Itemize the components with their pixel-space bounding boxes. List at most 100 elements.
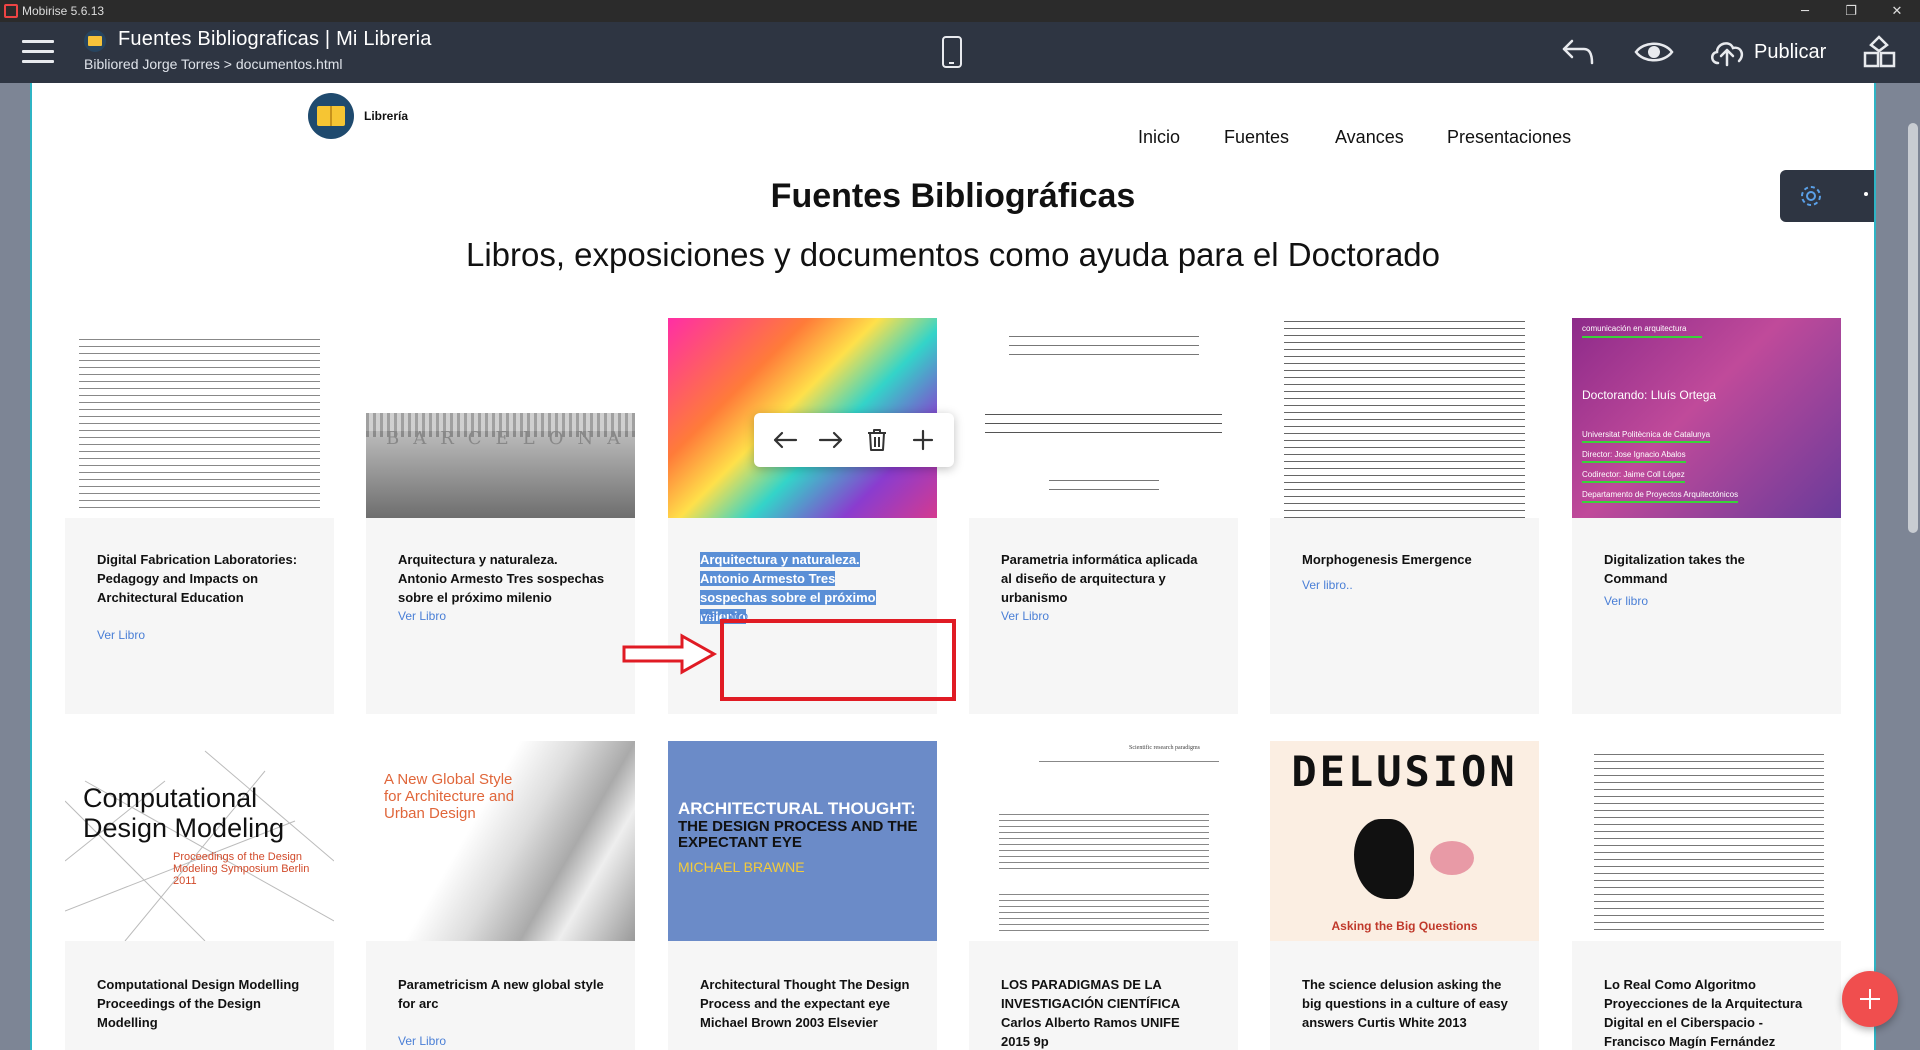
thumb-parametricism-text: A New Global Style for Architecture and … — [384, 771, 515, 822]
thumb-arch-1: ARCHITECTURAL THOUGHT: — [678, 799, 916, 818]
canvas-border-right — [1874, 83, 1876, 1050]
card-thumb[interactable]: Computational Design Modeling Proceeding… — [65, 741, 334, 941]
card-link[interactable]: Ver libro — [1604, 594, 1648, 608]
close-icon[interactable]: ✕ — [1874, 0, 1920, 22]
thumb-paradigm-title: Scientific research paradigms — [1129, 745, 1200, 751]
add-block-fab[interactable] — [1842, 971, 1898, 1027]
brain-icon — [1430, 841, 1474, 875]
nav-presentaciones[interactable]: Presentaciones — [1447, 127, 1571, 148]
card-title[interactable]: The science delusion asking the big ques… — [1302, 975, 1512, 1032]
thumb-delusion-sub: Asking the Big Questions — [1331, 919, 1478, 933]
thumb-delusion-title: DELUSION — [1291, 747, 1518, 796]
card-link[interactable]: Ver libro.. — [1302, 578, 1353, 592]
card-parametricism: A New Global Style for Architecture and … — [366, 741, 635, 1050]
thumb-top: comunicación en arquitectura — [1582, 324, 1687, 333]
card-link[interactable]: Ver Libro — [398, 609, 446, 623]
page-subtitle[interactable]: Libros, exposiciones y documentos como a… — [32, 236, 1874, 274]
mobile-view-icon[interactable] — [942, 36, 962, 68]
card-digitalization: comunicación en arquitectura Doctorando:… — [1572, 318, 1841, 714]
delete-button[interactable] — [861, 424, 893, 456]
thumb-computational-1: Computational — [83, 783, 258, 813]
thumb-uni: Universitat Politècnica de Catalunya — [1582, 430, 1711, 443]
card-thumb[interactable]: Scientific research paradigms — [969, 741, 1238, 941]
publish-label: Publicar — [1754, 40, 1827, 63]
undo-icon — [1562, 39, 1594, 65]
window-title: Mobirise 5.6.13 — [22, 4, 105, 18]
thumb-arch-2: THE DESIGN PROCESS AND THE EXPECTANT EYE — [678, 818, 918, 851]
blocks-icon — [1863, 35, 1896, 68]
thumb-codir: Codirector: Jaime Coll López — [1582, 470, 1685, 483]
trash-icon — [868, 429, 886, 451]
card-arquitectura-naturaleza: BARCELONA Arquitectura y naturaleza. Ant… — [366, 318, 635, 714]
card-title[interactable]: Architectural Thought The Design Process… — [700, 975, 915, 1032]
arrow-left-icon — [773, 431, 798, 449]
card-thumb[interactable] — [1270, 318, 1539, 518]
card-link[interactable]: Ver Libro — [398, 1034, 446, 1048]
thumb-barcelona-text: BARCELONA — [386, 428, 635, 449]
card-thumb[interactable]: ARCHITECTURAL THOUGHT: THE DESIGN PROCES… — [668, 741, 937, 941]
thumb-arch-3: MICHAEL BRAWNE — [678, 859, 805, 875]
plus-icon — [912, 429, 934, 451]
card-link[interactable]: Ver Libro — [1001, 609, 1049, 623]
cloud-upload-icon — [1711, 42, 1744, 67]
nav-inicio[interactable]: Inicio — [1138, 127, 1180, 148]
add-button[interactable] — [907, 424, 939, 456]
card-thumb[interactable]: comunicación en arquitectura Doctorando:… — [1572, 318, 1841, 518]
card-architectural-thought: ARCHITECTURAL THOUGHT: THE DESIGN PROCES… — [668, 741, 937, 1050]
scrollbar-thumb[interactable] — [1908, 123, 1918, 533]
restore-icon[interactable]: ❐ — [1828, 0, 1874, 22]
card-title[interactable]: Digitalization takes the Command — [1604, 550, 1784, 588]
breadcrumb[interactable]: Bibliored Jorge Torres > documentos.html — [84, 56, 342, 72]
card-thumb[interactable] — [969, 318, 1238, 518]
card-morphogenesis: Morphogenesis Emergence Ver libro.. — [1270, 318, 1539, 714]
os-titlebar: Mobirise 5.6.13 ─ ❐ ✕ — [0, 0, 1920, 22]
card-title[interactable]: Parametria informática aplicada al diseñ… — [1001, 550, 1201, 607]
app-toolbar: Fuentes Bibliograficas | Mi Libreria Bib… — [0, 22, 1920, 83]
project-title: Fuentes Bibliograficas | Mi Libreria — [118, 28, 432, 50]
site-logo[interactable] — [308, 93, 354, 139]
card-title[interactable]: Arquitectura y naturaleza. Antonio Armes… — [398, 550, 608, 607]
nav-avances[interactable]: Avances — [1335, 127, 1404, 148]
publish-button[interactable]: Publicar — [1708, 32, 1826, 72]
blocks-button[interactable] — [1862, 32, 1896, 72]
card-title[interactable]: LOS PARADIGMAS DE LA INVESTIGACIÓN CIENT… — [1001, 975, 1201, 1050]
app-icon — [4, 4, 18, 18]
preview-button[interactable] — [1634, 32, 1674, 72]
arrow-right-icon — [818, 431, 843, 449]
menu-icon[interactable] — [22, 40, 54, 64]
thumb-dir: Director: Jose Ignacio Abalos — [1582, 450, 1686, 463]
card-title[interactable]: Morphogenesis Emergence — [1302, 550, 1517, 569]
eye-icon — [1634, 42, 1674, 62]
card-parametria: Parametria informática aplicada al diseñ… — [969, 318, 1238, 714]
move-left-button[interactable] — [769, 424, 801, 456]
card-digital-fabrication: Digital Fabrication Laboratories: Pedago… — [65, 318, 334, 714]
page-scrollbar[interactable] — [1906, 83, 1920, 1050]
card-title[interactable]: Digital Fabrication Laboratories: Pedago… — [97, 550, 312, 607]
head-silhouette-icon — [1354, 819, 1414, 899]
thumb-doc: Doctorando: Lluís Ortega — [1582, 388, 1717, 402]
card-thumb[interactable]: A New Global Style for Architecture and … — [366, 741, 635, 941]
thumb-computational-2: Design Modeling — [83, 813, 285, 843]
project-icon — [84, 30, 106, 52]
card-science-delusion: DELUSION Asking the Big Questions The sc… — [1270, 741, 1539, 1050]
card-title[interactable]: Computational Design Modelling Proceedin… — [97, 975, 312, 1032]
card-paradigmas: Scientific research paradigms LOS PARADI… — [969, 741, 1238, 1050]
image-floating-toolbar — [754, 413, 954, 467]
card-thumb[interactable]: DELUSION Asking the Big Questions — [1270, 741, 1539, 941]
card-thumb[interactable] — [1572, 741, 1841, 941]
page-title[interactable]: Fuentes Bibliográficas — [32, 177, 1874, 216]
card-thumb[interactable] — [65, 318, 334, 518]
card-title[interactable]: Lo Real Como Algoritmo Proyecciones de l… — [1604, 975, 1814, 1050]
minimize-icon[interactable]: ─ — [1782, 0, 1828, 22]
move-right-button[interactable] — [815, 424, 847, 456]
card-lo-real-algoritmo: Lo Real Como Algoritmo Proyecciones de l… — [1572, 741, 1841, 1050]
card-computational-design: Computational Design Modeling Proceeding… — [65, 741, 334, 1050]
card-thumb[interactable]: BARCELONA — [366, 318, 635, 518]
annotation-arrow-icon — [622, 633, 718, 675]
site-brand[interactable]: Librería — [364, 109, 408, 123]
nav-fuentes[interactable]: Fuentes — [1224, 127, 1289, 148]
card-title[interactable]: Parametricism A new global style for arc — [398, 975, 613, 1013]
card-link[interactable]: Ver Libro — [97, 628, 145, 642]
undo-button[interactable] — [1560, 32, 1596, 72]
annotation-highlight-box — [720, 619, 956, 701]
